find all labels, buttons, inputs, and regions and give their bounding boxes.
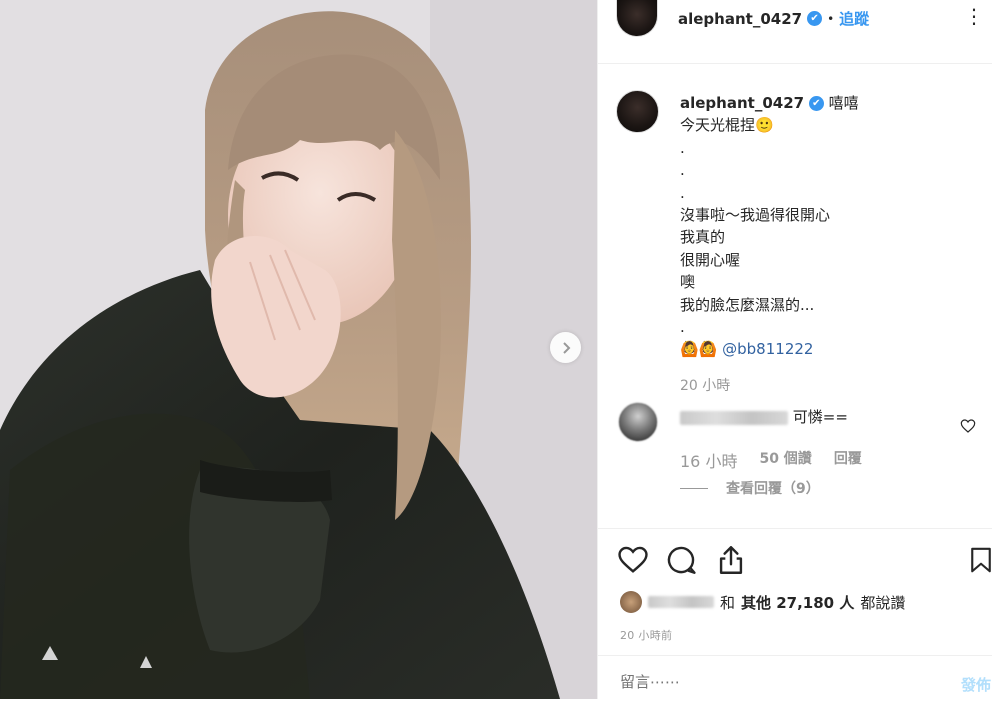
- bookmark-icon[interactable]: [966, 543, 992, 577]
- photo-illustration: [0, 0, 597, 699]
- view-replies-button[interactable]: 查看回覆（9）: [726, 478, 820, 498]
- caption-line: .: [680, 138, 685, 157]
- verified-icon: ✔: [807, 11, 823, 26]
- commenter-avatar[interactable]: [618, 402, 658, 442]
- next-photo-button[interactable]: [550, 332, 581, 363]
- likes-summary: 和 其他 27,180 人 都說讚: [620, 591, 905, 613]
- comment-likes-count[interactable]: 50 個讚: [759, 448, 811, 472]
- caption-mention-link[interactable]: @bb811222: [722, 340, 813, 358]
- verified-icon: ✔: [808, 96, 824, 111]
- post-timestamp[interactable]: 20 小時前: [620, 627, 672, 643]
- comment-icon[interactable]: [664, 543, 698, 577]
- post-header: alephant_0427 ✔ • 追蹤 ⋮: [598, 0, 992, 64]
- chevron-right-icon: [562, 341, 570, 354]
- caption-author-avatar[interactable]: [616, 90, 659, 133]
- post-details-panel: alephant_0427 ✔ • 追蹤 ⋮ alephant_0427 ✔ 嘻…: [597, 0, 992, 699]
- replies-divider: [680, 487, 708, 489]
- comment-time[interactable]: 16 小時: [680, 448, 737, 472]
- post-comment-button[interactable]: 發佈: [961, 674, 991, 695]
- likes-count-link[interactable]: 其他 27,180 人: [741, 592, 854, 613]
- caption-line: 沒事啦～我過得很開心: [680, 206, 831, 225]
- liker-avatar[interactable]: [620, 591, 642, 613]
- comment-body: 可憐==: [680, 406, 848, 427]
- caption-emoji: 🙆🙆: [680, 340, 718, 359]
- comment-meta: 16 小時 50 個讚 回覆: [680, 448, 862, 472]
- comment-reply-button[interactable]: 回覆: [834, 448, 862, 472]
- more-icon[interactable]: ⋮: [964, 4, 985, 28]
- author-avatar[interactable]: [616, 0, 658, 37]
- post-caption: alephant_0427 ✔ 嘻嘻 今天光棍捏🙂 . . . 沒事啦～我過得很…: [680, 92, 980, 397]
- liker-username[interactable]: [648, 596, 714, 608]
- comment-like-heart-icon[interactable]: [960, 418, 976, 434]
- likes-suffix: 都說讚: [860, 593, 906, 612]
- caption-line: 嘻嘻: [828, 94, 859, 112]
- caption-line: 噢: [680, 273, 696, 292]
- caption-line: 很開心喔: [680, 250, 741, 269]
- commenter-username[interactable]: [680, 410, 788, 425]
- share-icon[interactable]: [714, 543, 748, 577]
- caption-line: .: [680, 161, 685, 180]
- caption-username[interactable]: alephant_0427: [680, 94, 804, 112]
- post-actions: 和 其他 27,180 人 都說讚 20 小時前 發佈: [598, 528, 992, 700]
- caption-line: .: [680, 183, 685, 202]
- separator-dot: •: [827, 11, 835, 26]
- caption-line: 我的臉怎麼濕濕的...: [680, 295, 815, 314]
- caption-line: 我真的: [680, 228, 726, 247]
- likes-conjunction: 和: [720, 593, 736, 612]
- view-replies-row[interactable]: 查看回覆（9）: [680, 478, 820, 498]
- add-comment-bar: 發佈: [598, 655, 992, 701]
- author-username[interactable]: alephant_0427: [678, 10, 802, 28]
- caption-line: 今天光棍捏🙂: [680, 116, 774, 135]
- comment-text: 可憐==: [792, 408, 848, 426]
- post-photo[interactable]: [0, 0, 597, 699]
- follow-button[interactable]: 追蹤: [839, 8, 869, 29]
- caption-line: .: [680, 318, 685, 337]
- caption-time[interactable]: 20 小時: [680, 375, 980, 397]
- heart-icon[interactable]: [616, 543, 650, 577]
- header-user-row: alephant_0427 ✔ • 追蹤: [678, 8, 869, 29]
- comment-input[interactable]: [618, 672, 922, 692]
